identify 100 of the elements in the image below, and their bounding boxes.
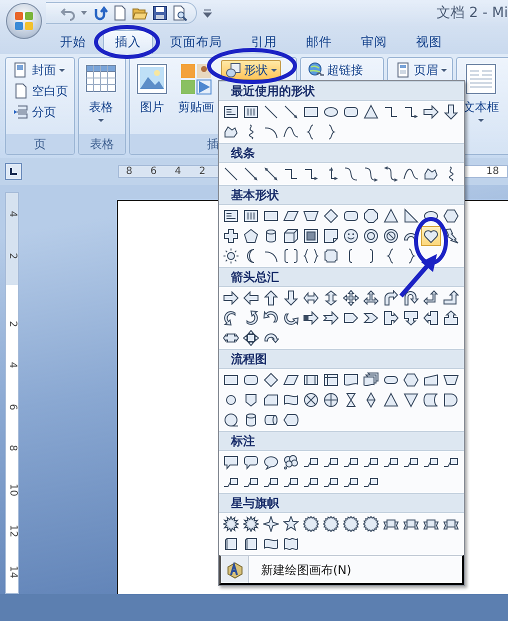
section-header: 最近使用的形状: [219, 81, 464, 101]
down-arrow-icon[interactable]: [441, 102, 461, 122]
ribbon-tab[interactable]: 插入: [103, 30, 153, 54]
section-header: 箭头总汇: [219, 267, 464, 287]
ribbon-button[interactable]: 封面: [9, 60, 72, 80]
ruler-number: 4: [7, 210, 17, 218]
ribbon-button[interactable]: 页眉: [391, 60, 451, 80]
ruler-number: 2: [7, 320, 17, 328]
quad-arrow-icon[interactable]: [341, 288, 361, 308]
office-logo-icon: [13, 10, 35, 32]
octagon-icon[interactable]: [361, 206, 381, 226]
section-header: 星与旗帜: [219, 493, 464, 513]
section-header: 流程图: [219, 349, 464, 369]
ruler-number: 8: [7, 444, 17, 452]
down-arrow-callout-icon[interactable]: [401, 308, 421, 328]
ruler-number: 10: [7, 483, 17, 496]
pentagon-icon[interactable]: [241, 226, 261, 246]
left-tab-icon: [9, 167, 18, 176]
diamond-icon[interactable]: [261, 370, 281, 390]
ribbon-button[interactable]: 图片: [133, 60, 171, 132]
annotation-ellipse: [414, 217, 448, 265]
page-header-icon: [395, 62, 411, 78]
table-icon: [85, 63, 117, 95]
annotation-ellipse: [94, 25, 160, 59]
ribbon-tab[interactable]: 开始: [48, 30, 98, 54]
new-document-icon[interactable]: [112, 5, 128, 21]
section-header: 标注: [219, 431, 464, 451]
right-arrow-icon[interactable]: [221, 288, 241, 308]
drawing-canvas-icon: [226, 560, 244, 578]
seal-icon[interactable]: [361, 514, 381, 534]
ribbon-tab[interactable]: 审阅: [349, 30, 399, 54]
ribbon-button[interactable]: 空白页: [9, 81, 72, 101]
seal-icon[interactable]: [321, 514, 341, 534]
explosion-icon[interactable]: [221, 514, 241, 534]
folded-corner-icon[interactable]: [321, 226, 341, 246]
donut-icon[interactable]: [361, 226, 381, 246]
ruler-number: 14: [7, 566, 17, 579]
smiley-icon[interactable]: [341, 226, 361, 246]
ruler-number: 2: [199, 166, 206, 177]
section-header: 线条: [219, 143, 464, 163]
brace-pair-icon[interactable]: [301, 246, 321, 266]
left-arrow-icon[interactable]: [241, 288, 261, 308]
ribbon-button[interactable]: 形状: [221, 60, 281, 80]
star-icon[interactable]: [281, 514, 301, 534]
striped-right-arrow-icon[interactable]: [301, 308, 321, 328]
group-label: 页: [6, 134, 74, 154]
ruler-number: 6: [7, 404, 17, 410]
summing-junction-icon[interactable]: [301, 390, 321, 410]
ruler-number: 18: [486, 166, 499, 177]
right-arrow-icon[interactable]: [421, 102, 441, 122]
menu-item[interactable]: 新建绘图画布(N): [219, 555, 464, 585]
ruler-number: 2: [7, 252, 17, 260]
ruler-number: 4: [174, 166, 182, 177]
ribbon-button[interactable]: 剪贴画: [175, 60, 217, 132]
down-arrow-icon[interactable]: [281, 288, 301, 308]
annotation-arrow: [399, 254, 437, 298]
quad-arrow-callout-icon[interactable]: [241, 328, 261, 348]
up-arrow-icon[interactable]: [261, 288, 281, 308]
left-right-up-arrow-icon[interactable]: [361, 288, 381, 308]
cloud-callout-icon[interactable]: [281, 452, 301, 472]
diamond-icon[interactable]: [321, 206, 341, 226]
group-label: 表格: [79, 134, 125, 154]
print-preview-icon[interactable]: [172, 5, 188, 21]
customize-toolbar-icon[interactable]: [203, 7, 212, 19]
cross-icon[interactable]: [221, 226, 241, 246]
ribbon-tab[interactable]: 页面布局: [158, 30, 234, 54]
section-header: 基本形状: [219, 185, 464, 205]
ruler-number: 6: [150, 166, 157, 177]
bevel-icon[interactable]: [301, 226, 321, 246]
seal-icon[interactable]: [301, 514, 321, 534]
sun-icon[interactable]: [221, 246, 241, 266]
ruler-number: 12: [7, 524, 17, 538]
ruler-number: 4: [7, 362, 17, 369]
page-break-icon: [13, 104, 29, 120]
up-arrow-callout-icon[interactable]: [441, 308, 461, 328]
no-symbol-icon[interactable]: [381, 226, 401, 246]
save-icon[interactable]: [152, 5, 168, 21]
redo-icon[interactable]: [92, 5, 108, 21]
ribbon-tab[interactable]: 邮件: [294, 30, 344, 54]
hyperlink-icon: [308, 62, 324, 78]
clip-art-icon: [180, 63, 212, 95]
ribbon-tab[interactable]: 引用: [239, 30, 289, 54]
ribbon-button[interactable]: 分页: [9, 102, 72, 122]
seal-icon[interactable]: [341, 514, 361, 534]
explosion-icon[interactable]: [241, 514, 261, 534]
right-arrow-callout-icon[interactable]: [381, 308, 401, 328]
ribbon-button[interactable]: 超链接: [304, 60, 367, 80]
shapes-icon: [225, 62, 241, 78]
left-arrow-callout-icon[interactable]: [421, 308, 441, 328]
picture-icon: [136, 63, 168, 95]
ruler-number: 8: [126, 166, 132, 177]
ribbon-button[interactable]: 表格: [82, 60, 120, 132]
blank-page-icon: [13, 83, 29, 99]
notched-right-arrow-icon[interactable]: [321, 308, 341, 328]
cube-icon[interactable]: [281, 226, 301, 246]
ribbon-tab[interactable]: 视图: [404, 30, 454, 54]
left-up-arrow-icon[interactable]: [421, 288, 441, 308]
or-symbol-icon[interactable]: [321, 390, 341, 410]
tab-selector-button[interactable]: [5, 163, 22, 180]
four-point-star-icon[interactable]: [261, 514, 281, 534]
